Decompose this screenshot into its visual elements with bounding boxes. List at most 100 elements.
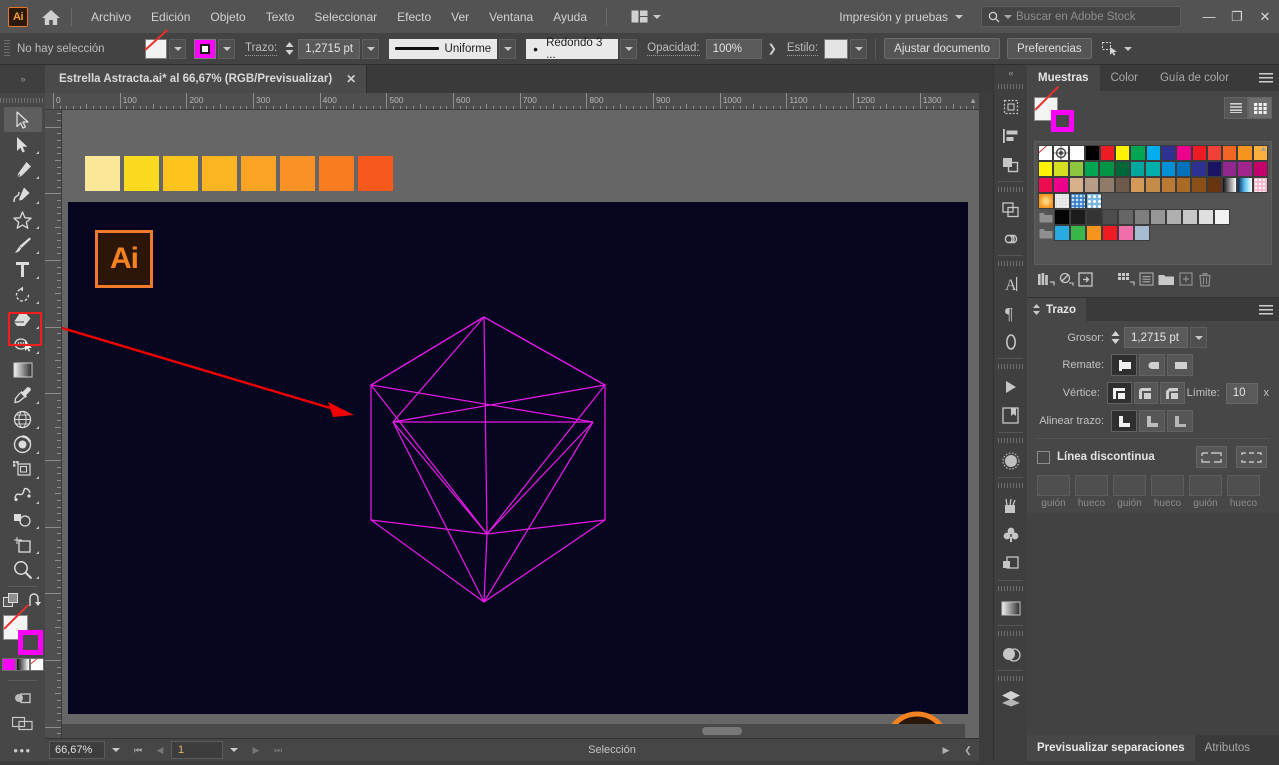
fill-dropdown[interactable] bbox=[169, 38, 186, 59]
brush-definition-field[interactable]: • Redondo 3 ... bbox=[526, 37, 619, 61]
appearance-icon[interactable] bbox=[994, 446, 1027, 475]
stroke-color-swatch[interactable] bbox=[17, 630, 43, 655]
swatch-color[interactable] bbox=[1115, 145, 1131, 161]
page-dropdown[interactable] bbox=[223, 741, 245, 759]
preferences-button[interactable]: Preferencias bbox=[1007, 38, 1092, 59]
artwork-color-swatch[interactable] bbox=[202, 156, 237, 191]
load-swatch-icon[interactable] bbox=[1078, 271, 1094, 287]
menu-ayuda[interactable]: Ayuda bbox=[543, 6, 597, 28]
fill-stroke-indicator[interactable] bbox=[2, 615, 43, 655]
swatch-pattern-blue-1[interactable] bbox=[1070, 193, 1086, 209]
perspective-grid-tool[interactable] bbox=[4, 407, 42, 432]
align-center-stroke-icon[interactable] bbox=[1111, 410, 1137, 432]
brushes-icon[interactable] bbox=[994, 491, 1027, 520]
list-view-icon[interactable] bbox=[1224, 97, 1248, 119]
artboard-tool[interactable] bbox=[4, 457, 42, 482]
gap-input[interactable] bbox=[1151, 475, 1184, 496]
close-icon[interactable]: ✕ bbox=[346, 72, 356, 86]
canvas-horizontal-scrollbar[interactable] bbox=[62, 724, 965, 738]
opacity-field[interactable]: 100% bbox=[705, 38, 762, 59]
new-swatch-icon[interactable] bbox=[1179, 272, 1194, 286]
swatch-color[interactable] bbox=[1134, 225, 1150, 241]
next-page-icon[interactable]: ▶ bbox=[245, 741, 267, 759]
swatch-color[interactable] bbox=[1237, 145, 1253, 161]
gradient-tool[interactable] bbox=[4, 357, 42, 382]
tab-atributos[interactable]: Atributos bbox=[1195, 735, 1260, 761]
shape-builder-tool[interactable] bbox=[4, 332, 42, 357]
status-expand-icon[interactable]: ❮ bbox=[957, 741, 979, 759]
drawing-mode-button[interactable] bbox=[4, 685, 42, 710]
swatch-color[interactable] bbox=[1114, 177, 1130, 193]
swatch-color[interactable] bbox=[1114, 161, 1130, 177]
swatch-pattern-orange[interactable] bbox=[1038, 193, 1054, 209]
stroke-weight-value[interactable]: 1,2715 pt bbox=[1124, 327, 1188, 348]
minimize-button[interactable]: — bbox=[1195, 0, 1223, 33]
swatch-color[interactable] bbox=[1083, 177, 1100, 193]
selection-tool[interactable] bbox=[3, 107, 42, 132]
butt-cap-icon[interactable] bbox=[1111, 354, 1137, 376]
type-tool[interactable] bbox=[4, 257, 42, 282]
round-join-icon[interactable] bbox=[1133, 382, 1159, 404]
gap-input[interactable] bbox=[1227, 475, 1260, 496]
graphic-style-swatch[interactable] bbox=[824, 38, 849, 59]
swatch-pattern-light[interactable] bbox=[1054, 193, 1070, 209]
swatch-color[interactable] bbox=[1070, 225, 1086, 241]
tab-guia-de-color[interactable]: Guía de color bbox=[1149, 65, 1240, 91]
projecting-cap-icon[interactable] bbox=[1167, 354, 1193, 376]
swatch-color[interactable] bbox=[1129, 161, 1146, 177]
swatch-color[interactable] bbox=[1118, 225, 1134, 241]
dock-group-grip[interactable] bbox=[994, 258, 1027, 269]
swatch-color[interactable] bbox=[1129, 177, 1146, 193]
swatch-color[interactable] bbox=[1222, 145, 1238, 161]
paintbrush-tool[interactable] bbox=[4, 232, 42, 257]
maximize-button[interactable]: ❐ bbox=[1223, 0, 1251, 33]
symbols-icon[interactable] bbox=[994, 520, 1027, 549]
slice-tool[interactable] bbox=[4, 532, 42, 557]
swatch-color[interactable] bbox=[1237, 161, 1253, 177]
menu-efecto[interactable]: Efecto bbox=[387, 6, 441, 28]
swatch-color[interactable] bbox=[1070, 209, 1086, 225]
brush-dropdown[interactable] bbox=[620, 38, 638, 59]
round-cap-icon[interactable] bbox=[1139, 354, 1165, 376]
panel-menu-button[interactable] bbox=[1253, 65, 1279, 91]
rotate-tool[interactable] bbox=[4, 282, 42, 307]
transparency-icon[interactable] bbox=[994, 639, 1027, 668]
swatch-color[interactable] bbox=[1102, 225, 1118, 241]
previous-page-icon[interactable]: ◀ bbox=[149, 741, 171, 759]
swatch-color[interactable] bbox=[1099, 177, 1115, 193]
swap-fill-stroke-icon[interactable] bbox=[28, 593, 43, 608]
graphic-styles-icon[interactable] bbox=[994, 549, 1027, 578]
miter-join-icon[interactable] bbox=[1106, 382, 1132, 404]
swatch-none[interactable] bbox=[1038, 145, 1054, 161]
direct-selection-tool[interactable] bbox=[4, 132, 42, 157]
ai-badge-artwork[interactable]: Ai bbox=[95, 230, 153, 288]
artwork-color-swatch[interactable] bbox=[280, 156, 315, 191]
fill-swatch[interactable] bbox=[145, 38, 167, 59]
swatch-color[interactable] bbox=[1145, 161, 1161, 177]
tab-muestras[interactable]: Muestras bbox=[1027, 65, 1100, 91]
swatch-color[interactable] bbox=[1145, 145, 1161, 161]
menu-archivo[interactable]: Archivo bbox=[81, 6, 141, 28]
align-outside-stroke-icon[interactable] bbox=[1167, 410, 1193, 432]
dock-group-grip[interactable] bbox=[994, 628, 1027, 639]
swatch-color[interactable] bbox=[1166, 209, 1182, 225]
control-bar-grip[interactable] bbox=[4, 39, 10, 58]
estrella-abstracta-wireframe[interactable] bbox=[367, 312, 627, 612]
swatch-color[interactable] bbox=[1160, 145, 1177, 161]
color-guide-icon[interactable] bbox=[1059, 272, 1074, 286]
dock-group-grip[interactable] bbox=[994, 81, 1027, 92]
swatch-pattern-dots[interactable] bbox=[1252, 177, 1268, 193]
dock-group-grip[interactable] bbox=[994, 480, 1027, 491]
character-icon[interactable]: A bbox=[994, 269, 1027, 298]
swatch-color[interactable] bbox=[1175, 161, 1192, 177]
dock-group-grip[interactable] bbox=[994, 435, 1027, 446]
eraser-tool[interactable] bbox=[4, 307, 42, 332]
swatch-color[interactable] bbox=[1053, 161, 1069, 177]
dash-input[interactable] bbox=[1113, 475, 1146, 496]
eyedropper-tool[interactable] bbox=[4, 382, 42, 407]
swatch-color[interactable] bbox=[1086, 225, 1102, 241]
new-color-group-icon[interactable] bbox=[1158, 272, 1175, 286]
stroke-weight-label[interactable]: Trazo: bbox=[245, 42, 278, 56]
stroke-panel-tab[interactable]: Trazo bbox=[1027, 297, 1087, 322]
swatch-color-group-folder[interactable] bbox=[1038, 209, 1054, 225]
